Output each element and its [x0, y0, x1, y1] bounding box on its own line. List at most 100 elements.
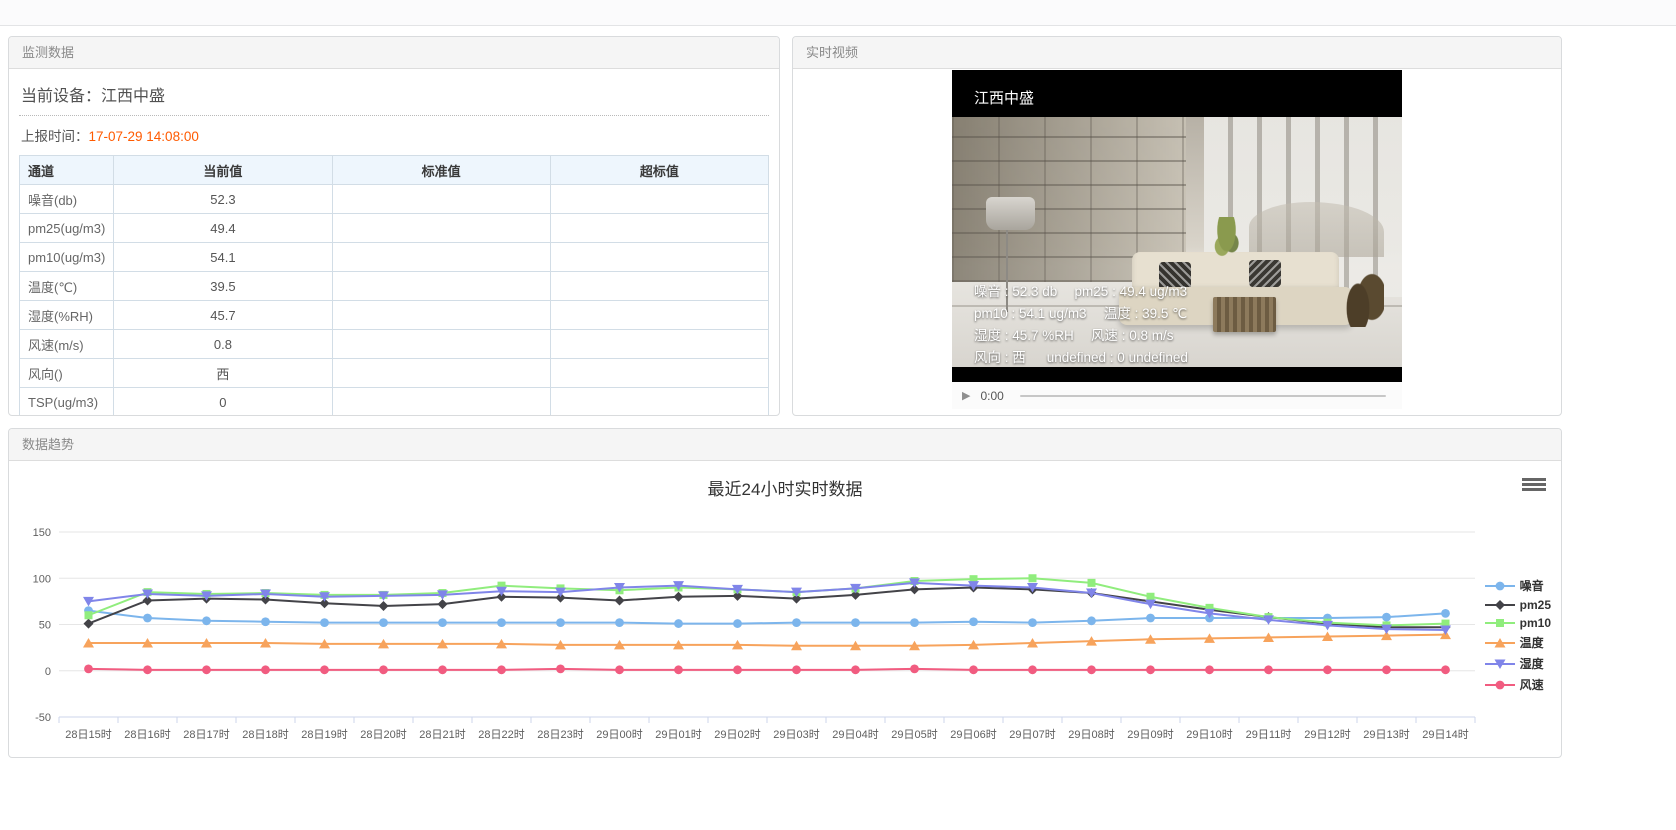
data-point-pm10[interactable]: [1029, 574, 1037, 582]
data-point-windspeed[interactable]: [733, 665, 742, 674]
table-row: 噪音(db)52.3: [20, 185, 769, 214]
data-point-windspeed[interactable]: [84, 665, 93, 674]
data-point-noise[interactable]: [1028, 618, 1037, 627]
legend-item-pm10[interactable]: pm10: [1485, 616, 1551, 630]
legend-item-noise[interactable]: 噪音: [1485, 577, 1551, 594]
data-point-noise[interactable]: [733, 619, 742, 628]
data-point-windspeed[interactable]: [1382, 665, 1391, 674]
data-point-noise[interactable]: [969, 617, 978, 626]
value-cell: [550, 214, 768, 243]
data-point-noise[interactable]: [556, 618, 565, 627]
data-point-windspeed[interactable]: [1264, 665, 1273, 674]
value-cell: [332, 330, 550, 359]
x-axis-label: 29日14时: [1422, 728, 1468, 741]
data-point-pm25[interactable]: [438, 599, 448, 609]
data-point-windspeed[interactable]: [1323, 665, 1332, 674]
data-point-windspeed[interactable]: [1028, 665, 1037, 674]
data-point-noise[interactable]: [1087, 616, 1096, 625]
play-icon[interactable]: ▶: [962, 389, 970, 402]
table-row: 湿度(%RH)45.7: [20, 301, 769, 330]
photo-pillow: [1249, 260, 1281, 288]
data-point-windspeed[interactable]: [1087, 665, 1096, 674]
data-point-noise[interactable]: [379, 618, 388, 627]
data-point-windspeed[interactable]: [851, 665, 860, 674]
monitor-table-header-row: 通道当前值标准值超标值: [20, 156, 769, 185]
monitor-table: 通道当前值标准值超标值 噪音(db)52.3pm25(ug/m3)49.4pm1…: [19, 155, 769, 416]
data-point-windspeed[interactable]: [910, 665, 919, 674]
video-overlay-line: 湿度 : 45.7 %RH 风速 : 0.8 m/s: [974, 325, 1188, 347]
legend-label: 湿度: [1520, 655, 1544, 672]
channel-cell: TSP(ug/m3): [20, 388, 114, 417]
data-point-noise[interactable]: [615, 618, 624, 627]
series-line-windspeed[interactable]: [89, 669, 1446, 670]
x-axis-label: 28日17时: [183, 728, 229, 741]
table-row: 风向()西: [20, 359, 769, 388]
data-point-noise[interactable]: [851, 618, 860, 627]
data-point-noise[interactable]: [1146, 614, 1155, 623]
data-point-pm25[interactable]: [84, 619, 94, 629]
value-cell: [332, 185, 550, 214]
data-point-pm10[interactable]: [1147, 593, 1155, 601]
video-screen[interactable]: 江西中盛: [952, 70, 1402, 382]
report-time-label: 上报时间：: [21, 129, 89, 144]
data-point-windspeed[interactable]: [969, 665, 978, 674]
table-row: 温度(℃)39.5: [20, 272, 769, 301]
data-point-windspeed[interactable]: [1205, 665, 1214, 674]
legend-item-pm25[interactable]: pm25: [1485, 598, 1551, 612]
data-point-noise[interactable]: [143, 614, 152, 623]
data-point-windspeed[interactable]: [379, 665, 388, 674]
data-point-pm25[interactable]: [379, 601, 389, 611]
data-point-windspeed[interactable]: [261, 665, 270, 674]
data-point-pm25[interactable]: [674, 592, 684, 602]
data-point-noise[interactable]: [497, 618, 506, 627]
data-point-windspeed[interactable]: [674, 665, 683, 674]
data-point-noise[interactable]: [320, 618, 329, 627]
x-axis-label: 28日20时: [360, 728, 406, 741]
video-overlay-line: 风向 : 西 undefined : 0 undefined: [974, 347, 1188, 369]
legend-item-windspeed[interactable]: 风速: [1485, 676, 1551, 693]
data-point-noise[interactable]: [674, 619, 683, 628]
photo-plant: [1204, 217, 1249, 282]
trend-line-chart[interactable]: -5005010015028日15时28日16时28日17时28日18时28日1…: [9, 502, 1557, 752]
data-point-noise[interactable]: [261, 617, 270, 626]
data-point-noise[interactable]: [202, 616, 211, 625]
data-point-noise[interactable]: [1382, 613, 1391, 622]
channel-cell: 风速(m/s): [20, 330, 114, 359]
value-cell: [550, 388, 768, 417]
legend-item-temperature[interactable]: 温度: [1485, 634, 1551, 651]
channel-cell: 风向(): [20, 359, 114, 388]
data-point-windspeed[interactable]: [615, 665, 624, 674]
data-point-noise[interactable]: [1441, 609, 1450, 618]
video-data-overlay: 噪音 : 52.3 db pm25 : 49.4 ug/m3pm10 : 54.…: [974, 281, 1188, 369]
data-point-pm10[interactable]: [85, 611, 93, 619]
video-player[interactable]: 江西中盛: [952, 70, 1402, 409]
data-point-windspeed[interactable]: [497, 665, 506, 674]
hamburger-menu-icon[interactable]: [1521, 473, 1547, 495]
data-point-windspeed[interactable]: [1441, 665, 1450, 674]
data-point-noise[interactable]: [910, 618, 919, 627]
data-point-pm25[interactable]: [615, 595, 625, 605]
data-point-noise[interactable]: [438, 618, 447, 627]
y-axis-label: -50: [35, 712, 51, 724]
table-row: TSP(ug/m3)0: [20, 388, 769, 417]
data-point-noise[interactable]: [792, 618, 801, 627]
data-point-windspeed[interactable]: [792, 665, 801, 674]
data-point-windspeed[interactable]: [143, 665, 152, 674]
series-line-temperature[interactable]: [89, 635, 1446, 646]
legend-marker-icon-pm10: [1485, 617, 1515, 629]
trend-panel-title: 数据趋势: [22, 437, 74, 452]
data-point-windspeed[interactable]: [438, 665, 447, 674]
value-cell: [332, 243, 550, 272]
video-progress-bar[interactable]: [1020, 395, 1386, 397]
data-trend-panel: 数据趋势 最近24小时实时数据 -5005010015028日15时28日16时…: [8, 428, 1562, 758]
legend-label: pm25: [1520, 598, 1551, 612]
data-point-windspeed[interactable]: [320, 665, 329, 674]
video-controls-bar[interactable]: ▶ 0:00: [952, 382, 1402, 409]
data-point-windspeed[interactable]: [202, 665, 211, 674]
value-cell: [550, 272, 768, 301]
legend-item-humidity[interactable]: 湿度: [1485, 655, 1551, 672]
value-cell: [332, 272, 550, 301]
data-point-pm10[interactable]: [1088, 579, 1096, 587]
data-point-windspeed[interactable]: [1146, 665, 1155, 674]
data-point-windspeed[interactable]: [556, 665, 565, 674]
